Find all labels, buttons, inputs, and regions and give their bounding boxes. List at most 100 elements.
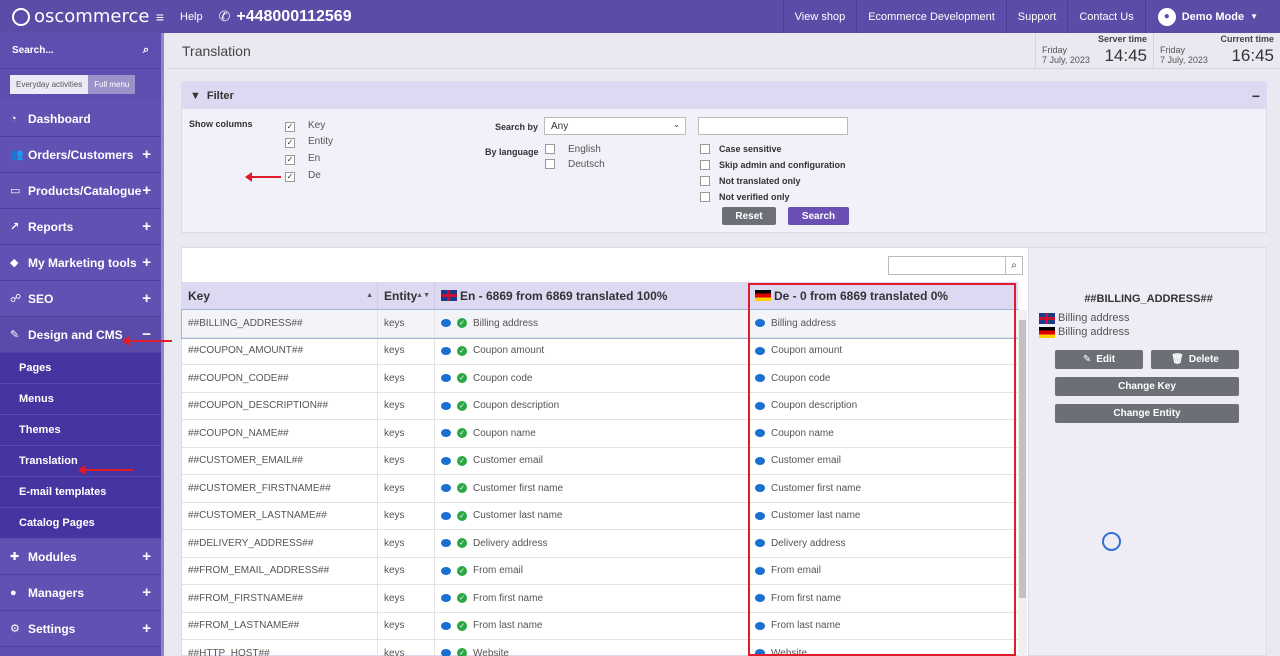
sidebar-item-reports[interactable]: ↗ Reports + xyxy=(0,209,161,245)
cell-de[interactable]: Customer first name xyxy=(749,475,1018,502)
comment-icon[interactable] xyxy=(755,401,765,410)
comment-icon[interactable] xyxy=(441,621,451,630)
cell-en[interactable]: ✓ From email xyxy=(435,557,749,584)
comment-icon[interactable] xyxy=(755,539,765,548)
search-icon[interactable]: ⌕ xyxy=(143,44,149,57)
cell-en[interactable]: ✓ Customer last name xyxy=(435,502,749,529)
table-row[interactable]: ##HTTP_HOST## keys ✓ Website Website xyxy=(182,640,1018,656)
table-row[interactable]: ##CUSTOMER_FIRSTNAME## keys ✓ Customer firs… xyxy=(182,475,1018,503)
cell-en[interactable]: ✓ Coupon description xyxy=(435,392,749,419)
cell-de[interactable]: Coupon amount xyxy=(749,338,1018,365)
comment-icon[interactable] xyxy=(755,511,765,520)
cell-de[interactable]: Website xyxy=(749,640,1018,656)
table-row[interactable]: ##FROM_EMAIL_ADDRESS## keys ✓ From email Fro… xyxy=(182,557,1018,585)
cell-de[interactable]: Customer last name xyxy=(749,503,1018,530)
cell-de[interactable]: From email xyxy=(749,558,1018,585)
comment-icon[interactable] xyxy=(441,484,451,493)
cell-en[interactable]: ✓ From first name xyxy=(435,585,749,612)
cell-en[interactable]: ✓ Coupon name xyxy=(435,420,749,447)
cell-en[interactable]: ✓ Coupon amount xyxy=(435,337,749,364)
comment-icon[interactable] xyxy=(755,429,765,438)
change-key-button[interactable]: Change Key xyxy=(1055,377,1239,396)
scrollbar-thumb[interactable] xyxy=(1019,320,1026,598)
not-translated-checkbox[interactable] xyxy=(700,176,710,186)
collapse-icon[interactable]: − xyxy=(1252,88,1260,104)
filter-search-input[interactable] xyxy=(698,117,848,135)
sidebar-item-products-catalogue[interactable]: ▭ Products/Catalogue + xyxy=(0,173,161,209)
table-row[interactable]: ##CUSTOMER_EMAIL## keys ✓ Customer email Cus… xyxy=(182,447,1018,475)
comment-icon[interactable] xyxy=(441,511,451,520)
filter-header[interactable]: ▼ Filter − xyxy=(182,82,1266,109)
sidebar-item-modules[interactable]: ✚ Modules + xyxy=(0,539,161,575)
column-header-en[interactable]: En - 6869 from 6869 translated 100% xyxy=(435,282,749,309)
not-verified-checkbox[interactable] xyxy=(700,192,710,202)
column-en-checkbox[interactable]: ✓ xyxy=(285,155,295,165)
contact-us-link[interactable]: Contact Us xyxy=(1067,0,1144,33)
language-english-checkbox[interactable] xyxy=(545,144,555,154)
column-header-de[interactable]: De - 0 from 6869 translated 0% xyxy=(749,282,1018,309)
search-button[interactable]: Search xyxy=(788,207,849,225)
cell-de[interactable]: Billing address xyxy=(749,310,1018,337)
cell-de[interactable]: Customer email xyxy=(749,448,1018,475)
cell-en[interactable]: ✓ From last name xyxy=(435,612,749,639)
table-row[interactable]: ##COUPON_NAME## keys ✓ Coupon name Coupon na… xyxy=(182,420,1018,448)
sidebar-subitem-catalog-pages[interactable]: Catalog Pages xyxy=(0,508,161,539)
table-row[interactable]: ##COUPON_CODE## keys ✓ Coupon code Coupon co… xyxy=(182,365,1018,393)
language-deutsch-checkbox[interactable] xyxy=(545,159,555,169)
logo[interactable]: oscommerce ≡ xyxy=(0,0,170,33)
sidebar-item-orders-customers[interactable]: 👥 Orders/Customers + xyxy=(0,137,161,173)
sidebar-subitem-email-templates[interactable]: E-mail templates xyxy=(0,477,161,508)
sidebar-subitem-themes[interactable]: Themes xyxy=(0,415,161,446)
comment-icon[interactable] xyxy=(441,649,451,656)
column-key-checkbox[interactable]: ✓ xyxy=(285,122,295,132)
cell-de[interactable]: Coupon code xyxy=(749,365,1018,392)
comment-icon[interactable] xyxy=(441,429,451,438)
skip-admin-checkbox[interactable] xyxy=(700,160,710,170)
cell-en[interactable]: ✓ Coupon code xyxy=(435,365,749,392)
column-de-checkbox[interactable]: ✓ xyxy=(285,172,295,182)
cell-de[interactable]: From first name xyxy=(749,585,1018,612)
comment-icon[interactable] xyxy=(755,649,765,656)
view-shop-link[interactable]: View shop xyxy=(782,0,857,33)
sidebar-subitem-pages[interactable]: Pages xyxy=(0,353,161,384)
table-row[interactable]: ##FROM_LASTNAME## keys ✓ From last name From… xyxy=(182,612,1018,640)
search-by-select[interactable]: Any ⌄ xyxy=(544,117,686,135)
hamburger-icon[interactable]: ≡ xyxy=(156,9,164,25)
tab-full-menu[interactable]: Full menu xyxy=(88,75,136,94)
comment-icon[interactable] xyxy=(441,539,451,548)
phone-link[interactable]: ✆ +448000112569 xyxy=(213,0,352,33)
column-header-key[interactable]: Key ▲ xyxy=(182,282,378,309)
sidebar-item-seo[interactable]: ☍ SEO + xyxy=(0,281,161,317)
edit-button[interactable]: ✎ Edit xyxy=(1055,350,1143,369)
cell-de[interactable]: From last name xyxy=(749,613,1018,640)
sidebar-item-dashboard[interactable]: ◔ Dashboard xyxy=(0,101,161,137)
help-link[interactable]: Help xyxy=(170,0,213,33)
comment-icon[interactable] xyxy=(441,594,451,603)
comment-icon[interactable] xyxy=(755,456,765,465)
cell-en[interactable]: ✓ Website xyxy=(435,640,749,656)
cell-de[interactable]: Coupon name xyxy=(749,420,1018,447)
support-link[interactable]: Support xyxy=(1005,0,1068,33)
sidebar-item-settings[interactable]: ⚙ Settings + xyxy=(0,611,161,647)
comment-icon[interactable] xyxy=(755,346,765,355)
comment-icon[interactable] xyxy=(441,566,451,575)
search-icon[interactable]: ⌕ xyxy=(1005,256,1023,275)
cell-de[interactable]: Coupon description xyxy=(749,393,1018,420)
sidebar-item-managers[interactable]: ● Managers + xyxy=(0,575,161,611)
sidebar-subitem-menus[interactable]: Menus xyxy=(0,384,161,415)
comment-icon[interactable] xyxy=(441,374,451,383)
table-row[interactable]: ##FROM_FIRSTNAME## keys ✓ From first name Fr… xyxy=(182,585,1018,613)
sidebar-search[interactable]: Search... ⌕ xyxy=(0,33,161,69)
table-row[interactable]: ##BILLING_ADDRESS## keys ✓ Billing address B… xyxy=(181,309,1019,339)
comment-icon[interactable] xyxy=(441,456,451,465)
case-sensitive-checkbox[interactable] xyxy=(700,144,710,154)
tab-everyday-activities[interactable]: Everyday activities xyxy=(10,75,89,94)
delete-button[interactable]: 🗑 Delete xyxy=(1151,350,1239,369)
cell-en[interactable]: ✓ Customer email xyxy=(435,447,749,474)
table-row[interactable]: ##CUSTOMER_LASTNAME## keys ✓ Customer last … xyxy=(182,502,1018,530)
table-scrollbar[interactable] xyxy=(1018,310,1027,656)
cell-en[interactable]: ✓ Delivery address xyxy=(435,530,749,557)
comment-icon[interactable] xyxy=(441,401,451,410)
comment-icon[interactable] xyxy=(755,594,765,603)
cell-de[interactable]: Delivery address xyxy=(749,530,1018,557)
